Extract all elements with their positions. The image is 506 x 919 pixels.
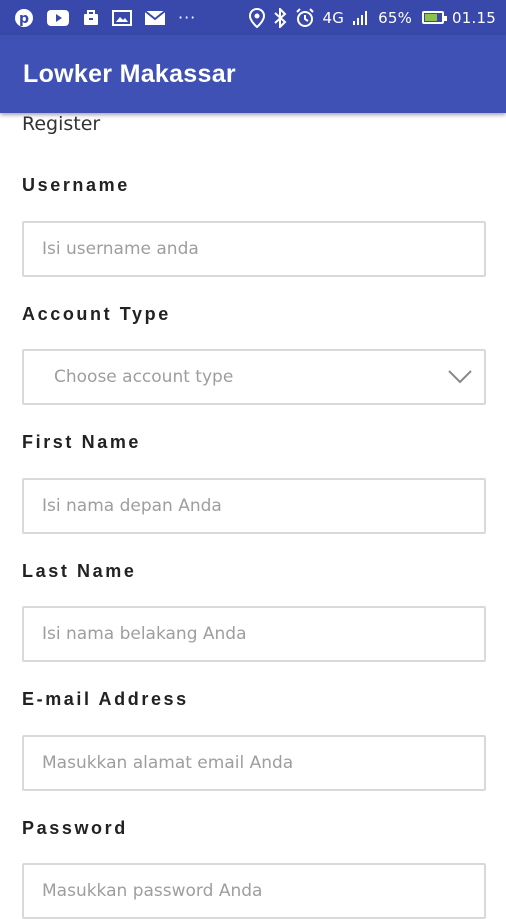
email-label: E-mail Address xyxy=(22,689,189,709)
pinterest-icon: p xyxy=(14,8,34,28)
app-title: Lowker Makassar xyxy=(23,59,236,88)
username-input[interactable]: Isi username anda xyxy=(22,221,486,277)
chevron-down-icon xyxy=(448,365,472,389)
last-name-label: Last Name xyxy=(22,561,137,581)
username-label: Username xyxy=(22,175,130,195)
location-icon xyxy=(248,7,265,28)
username-placeholder: Isi username anda xyxy=(42,239,199,259)
app-bar: Lowker Makassar xyxy=(0,35,506,113)
battery-level-fill xyxy=(425,14,437,21)
email-placeholder: Masukkan alamat email Anda xyxy=(42,753,294,773)
last-name-placeholder: Isi nama belakang Anda xyxy=(42,624,247,644)
account-type-label: Account Type xyxy=(22,304,171,324)
svg-text:p: p xyxy=(19,11,29,27)
first-name-placeholder: Isi nama depan Anda xyxy=(42,496,222,516)
account-type-select[interactable]: Choose account type xyxy=(22,349,486,405)
youtube-icon xyxy=(46,9,70,27)
account-type-placeholder: Choose account type xyxy=(54,367,234,387)
battery-icon xyxy=(422,11,448,24)
last-name-input[interactable]: Isi nama belakang Anda xyxy=(22,606,486,662)
bluetooth-icon xyxy=(273,7,287,28)
first-name-input[interactable]: Isi nama depan Anda xyxy=(22,478,486,534)
gallery-icon xyxy=(112,9,132,27)
password-placeholder: Masukkan password Anda xyxy=(42,881,263,901)
status-bar-notifications: p ··· xyxy=(14,8,196,28)
status-bar-system: 4G 65% 01.15 xyxy=(248,7,496,28)
password-input[interactable]: Masukkan password Anda xyxy=(22,863,486,919)
status-time: 01.15 xyxy=(452,8,496,27)
briefcase-icon xyxy=(82,9,100,27)
battery-percent: 65% xyxy=(378,8,413,27)
section-title: Register xyxy=(22,113,101,135)
email-input[interactable]: Masukkan alamat email Anda xyxy=(22,735,486,791)
status-bar: p ··· 4G 65% 01.15 xyxy=(0,0,506,35)
network-4g-icon: 4G xyxy=(322,8,345,27)
more-dots-icon: ··· xyxy=(178,8,197,27)
first-name-label: First Name xyxy=(22,432,142,452)
password-label: Password xyxy=(22,818,128,838)
mail-icon xyxy=(144,9,166,26)
alarm-icon xyxy=(295,7,315,28)
signal-icon xyxy=(352,10,370,26)
